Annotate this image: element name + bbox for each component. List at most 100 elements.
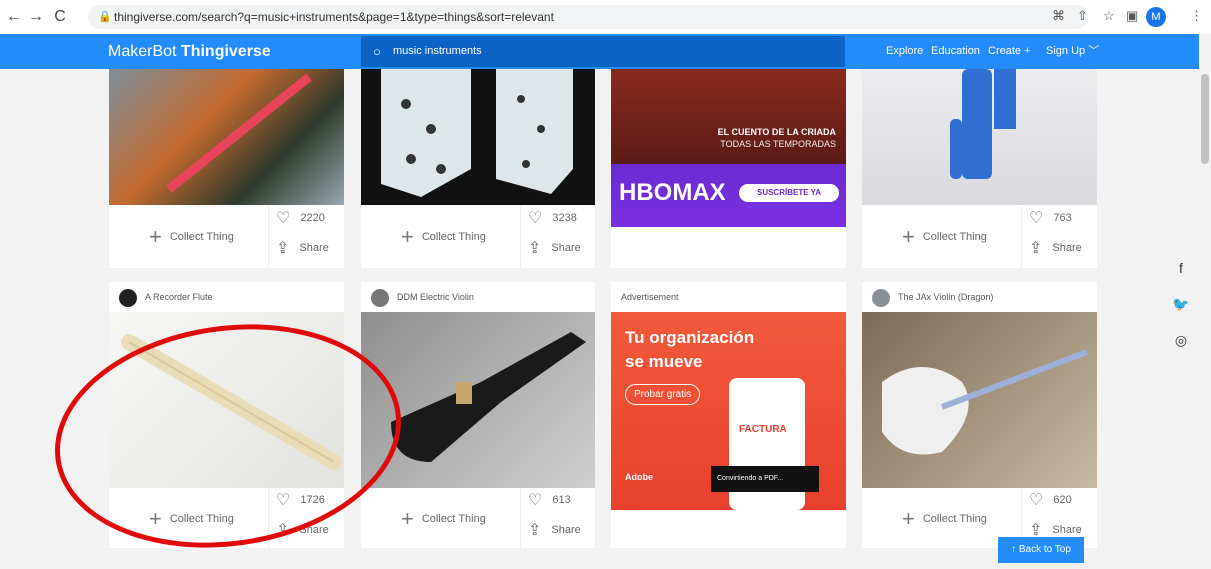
- thing-card[interactable]: + Collect Thing ♡ 2220 ⇪ Share: [109, 69, 344, 268]
- like-button[interactable]: ♡ 620: [1029, 490, 1072, 510]
- site-logo[interactable]: MakerBot Thingiverse: [108, 34, 271, 69]
- thing-image[interactable]: [862, 69, 1097, 205]
- hbo-logo: HBOMAX: [619, 179, 726, 206]
- ad-cta-button[interactable]: SUSCRÍBETE YA: [739, 184, 839, 202]
- lock-icon: 🔒: [98, 11, 112, 23]
- share-button[interactable]: ⇪ Share: [528, 520, 581, 540]
- card-actions: + Collect Thing ♡ 2220 ⇪ Share: [109, 206, 344, 268]
- card-actions: + Collect Thing ♡ 763 ⇪ Share: [862, 206, 1097, 268]
- thing-title: A Recorder Flute: [145, 292, 213, 302]
- hbo-ad-banner[interactable]: EL CUENTO DE LA CRIADA TODAS LAS TEMPORA…: [611, 69, 846, 227]
- card-title[interactable]: The JAx Violin (Dragon): [872, 282, 993, 312]
- heart-icon: ♡: [1029, 492, 1044, 509]
- ad-try-button[interactable]: Probar gratis: [625, 384, 701, 405]
- share-page-icon[interactable]: ⇧: [1077, 8, 1088, 24]
- ad-label: Advertisement: [621, 292, 679, 302]
- collect-thing-button[interactable]: + Collect Thing: [902, 224, 987, 250]
- thing-image[interactable]: [109, 69, 344, 205]
- share-button[interactable]: ⇪ Share: [528, 238, 581, 258]
- address-bar[interactable]: 🔒 thingiverse.com/search?q=music+instrum…: [88, 5, 1088, 29]
- back-arrow-icon[interactable]: ←: [4, 7, 24, 27]
- collect-label: Collect Thing: [922, 231, 987, 243]
- collect-thing-button[interactable]: + Collect Thing: [401, 506, 486, 532]
- collect-label: Collect Thing: [421, 231, 486, 243]
- share-icon: ⇪: [528, 522, 542, 539]
- card-title: Advertisement: [621, 282, 679, 312]
- whatsapp-icon[interactable]: ◎: [1166, 332, 1196, 349]
- nav-create[interactable]: Create +: [988, 34, 1031, 69]
- search-input[interactable]: ○ music instruments: [361, 36, 845, 67]
- back-to-top-button[interactable]: ↑ Back to Top: [998, 537, 1084, 563]
- plate-photo-icon: [381, 69, 573, 197]
- like-button[interactable]: ♡ 2220: [276, 208, 325, 228]
- plus-icon: +: [149, 224, 162, 249]
- thing-image[interactable]: [361, 69, 595, 205]
- adobe-logo: Adobe: [625, 472, 653, 482]
- logo-name: Thingiverse: [180, 43, 271, 60]
- scrollbar-thumb[interactable]: [1201, 74, 1209, 164]
- creator-avatar[interactable]: [371, 288, 389, 307]
- nav-signup[interactable]: Sign Up ﹀: [1046, 34, 1099, 69]
- back-to-top-label: Back to Top: [1018, 544, 1071, 555]
- facebook-icon[interactable]: f: [1166, 260, 1196, 276]
- heart-icon: ♡: [276, 210, 291, 227]
- like-count: 763: [1053, 212, 1072, 224]
- share-label: Share: [299, 242, 329, 254]
- arrow-up-icon: ↑: [1011, 544, 1017, 555]
- ad-line2: TODAS LAS TEMPORADAS: [720, 139, 836, 149]
- search-value: music instruments: [393, 45, 482, 57]
- share-button[interactable]: ⇪ Share: [1029, 238, 1082, 258]
- collect-thing-button[interactable]: + Collect Thing: [149, 224, 234, 250]
- twitter-icon[interactable]: 🐦: [1166, 296, 1196, 313]
- thing-title: The JAx Violin (Dragon): [898, 292, 994, 302]
- bookmark-star-icon[interactable]: ☆: [1103, 8, 1115, 24]
- card-title[interactable]: DDM Electric Violin: [371, 282, 474, 312]
- thing-card[interactable]: The JAx Violin (Dragon) + Collect Thing ♡…: [862, 282, 1097, 550]
- blue-parts-photo-icon: [950, 69, 1016, 179]
- share-icon: ⇪: [276, 240, 290, 257]
- menu-dots-icon[interactable]: ⋮: [1190, 8, 1203, 24]
- plus-icon: +: [902, 506, 915, 531]
- share-label: Share: [1052, 242, 1082, 254]
- forward-arrow-icon[interactable]: →: [26, 7, 46, 27]
- ad-line1: EL CUENTO DE LA CRIADA: [717, 127, 836, 137]
- heart-icon: ♡: [528, 210, 543, 227]
- card-title[interactable]: A Recorder Flute: [119, 282, 213, 312]
- thing-card[interactable]: + Collect Thing ♡ 3238 ⇪ Share: [361, 69, 595, 268]
- translate-icon[interactable]: ⌘: [1052, 8, 1065, 24]
- like-button[interactable]: ♡ 613: [528, 490, 571, 510]
- creator-avatar[interactable]: [872, 288, 890, 307]
- reload-icon[interactable]: C: [50, 7, 70, 27]
- thing-image[interactable]: [862, 312, 1097, 488]
- card-actions: + Collect Thing ♡ 613 ⇪ Share: [361, 488, 595, 550]
- jax-violin-photo-icon: [882, 349, 1089, 455]
- adobe-ad-banner[interactable]: Tu organización se mueve Probar gratis F…: [611, 312, 846, 510]
- like-button[interactable]: ♡ 3238: [528, 208, 577, 228]
- ad-card[interactable]: Advertisement Tu organización se mueve P…: [611, 282, 846, 548]
- share-button[interactable]: ⇪ Share: [276, 238, 329, 258]
- nav-education[interactable]: Education: [931, 34, 980, 69]
- nav-explore[interactable]: Explore: [886, 34, 923, 69]
- like-button[interactable]: ♡ 763: [1029, 208, 1072, 228]
- heart-icon: ♡: [1029, 210, 1044, 227]
- profile-avatar[interactable]: M: [1146, 7, 1166, 27]
- like-count: 613: [552, 494, 571, 506]
- page-scrollbar[interactable]: [1199, 34, 1211, 567]
- creator-avatar[interactable]: [119, 288, 137, 307]
- collect-label: Collect Thing: [421, 513, 486, 525]
- heart-icon: ♡: [528, 492, 543, 509]
- site-header: MakerBot Thingiverse ○ music instruments…: [0, 34, 1199, 69]
- ad-doc-label: FACTURA: [739, 424, 787, 435]
- collect-thing-button[interactable]: + Collect Thing: [902, 506, 987, 532]
- ad-toast: Convirtiendo a PDF...: [711, 466, 819, 492]
- ad-card[interactable]: EL CUENTO DE LA CRIADA TODAS LAS TEMPORA…: [611, 69, 846, 268]
- card-actions: + Collect Thing ♡ 3238 ⇪ Share: [361, 206, 595, 268]
- thing-card[interactable]: + Collect Thing ♡ 763 ⇪ Share: [862, 69, 1097, 268]
- share-icon: ⇪: [528, 240, 542, 257]
- like-count: 2220: [300, 212, 325, 224]
- divider: [520, 206, 521, 268]
- collect-thing-button[interactable]: + Collect Thing: [401, 224, 486, 250]
- share-label: Share: [551, 524, 581, 536]
- search-icon: ○: [373, 44, 381, 59]
- sidepanel-icon[interactable]: ▣: [1126, 8, 1138, 24]
